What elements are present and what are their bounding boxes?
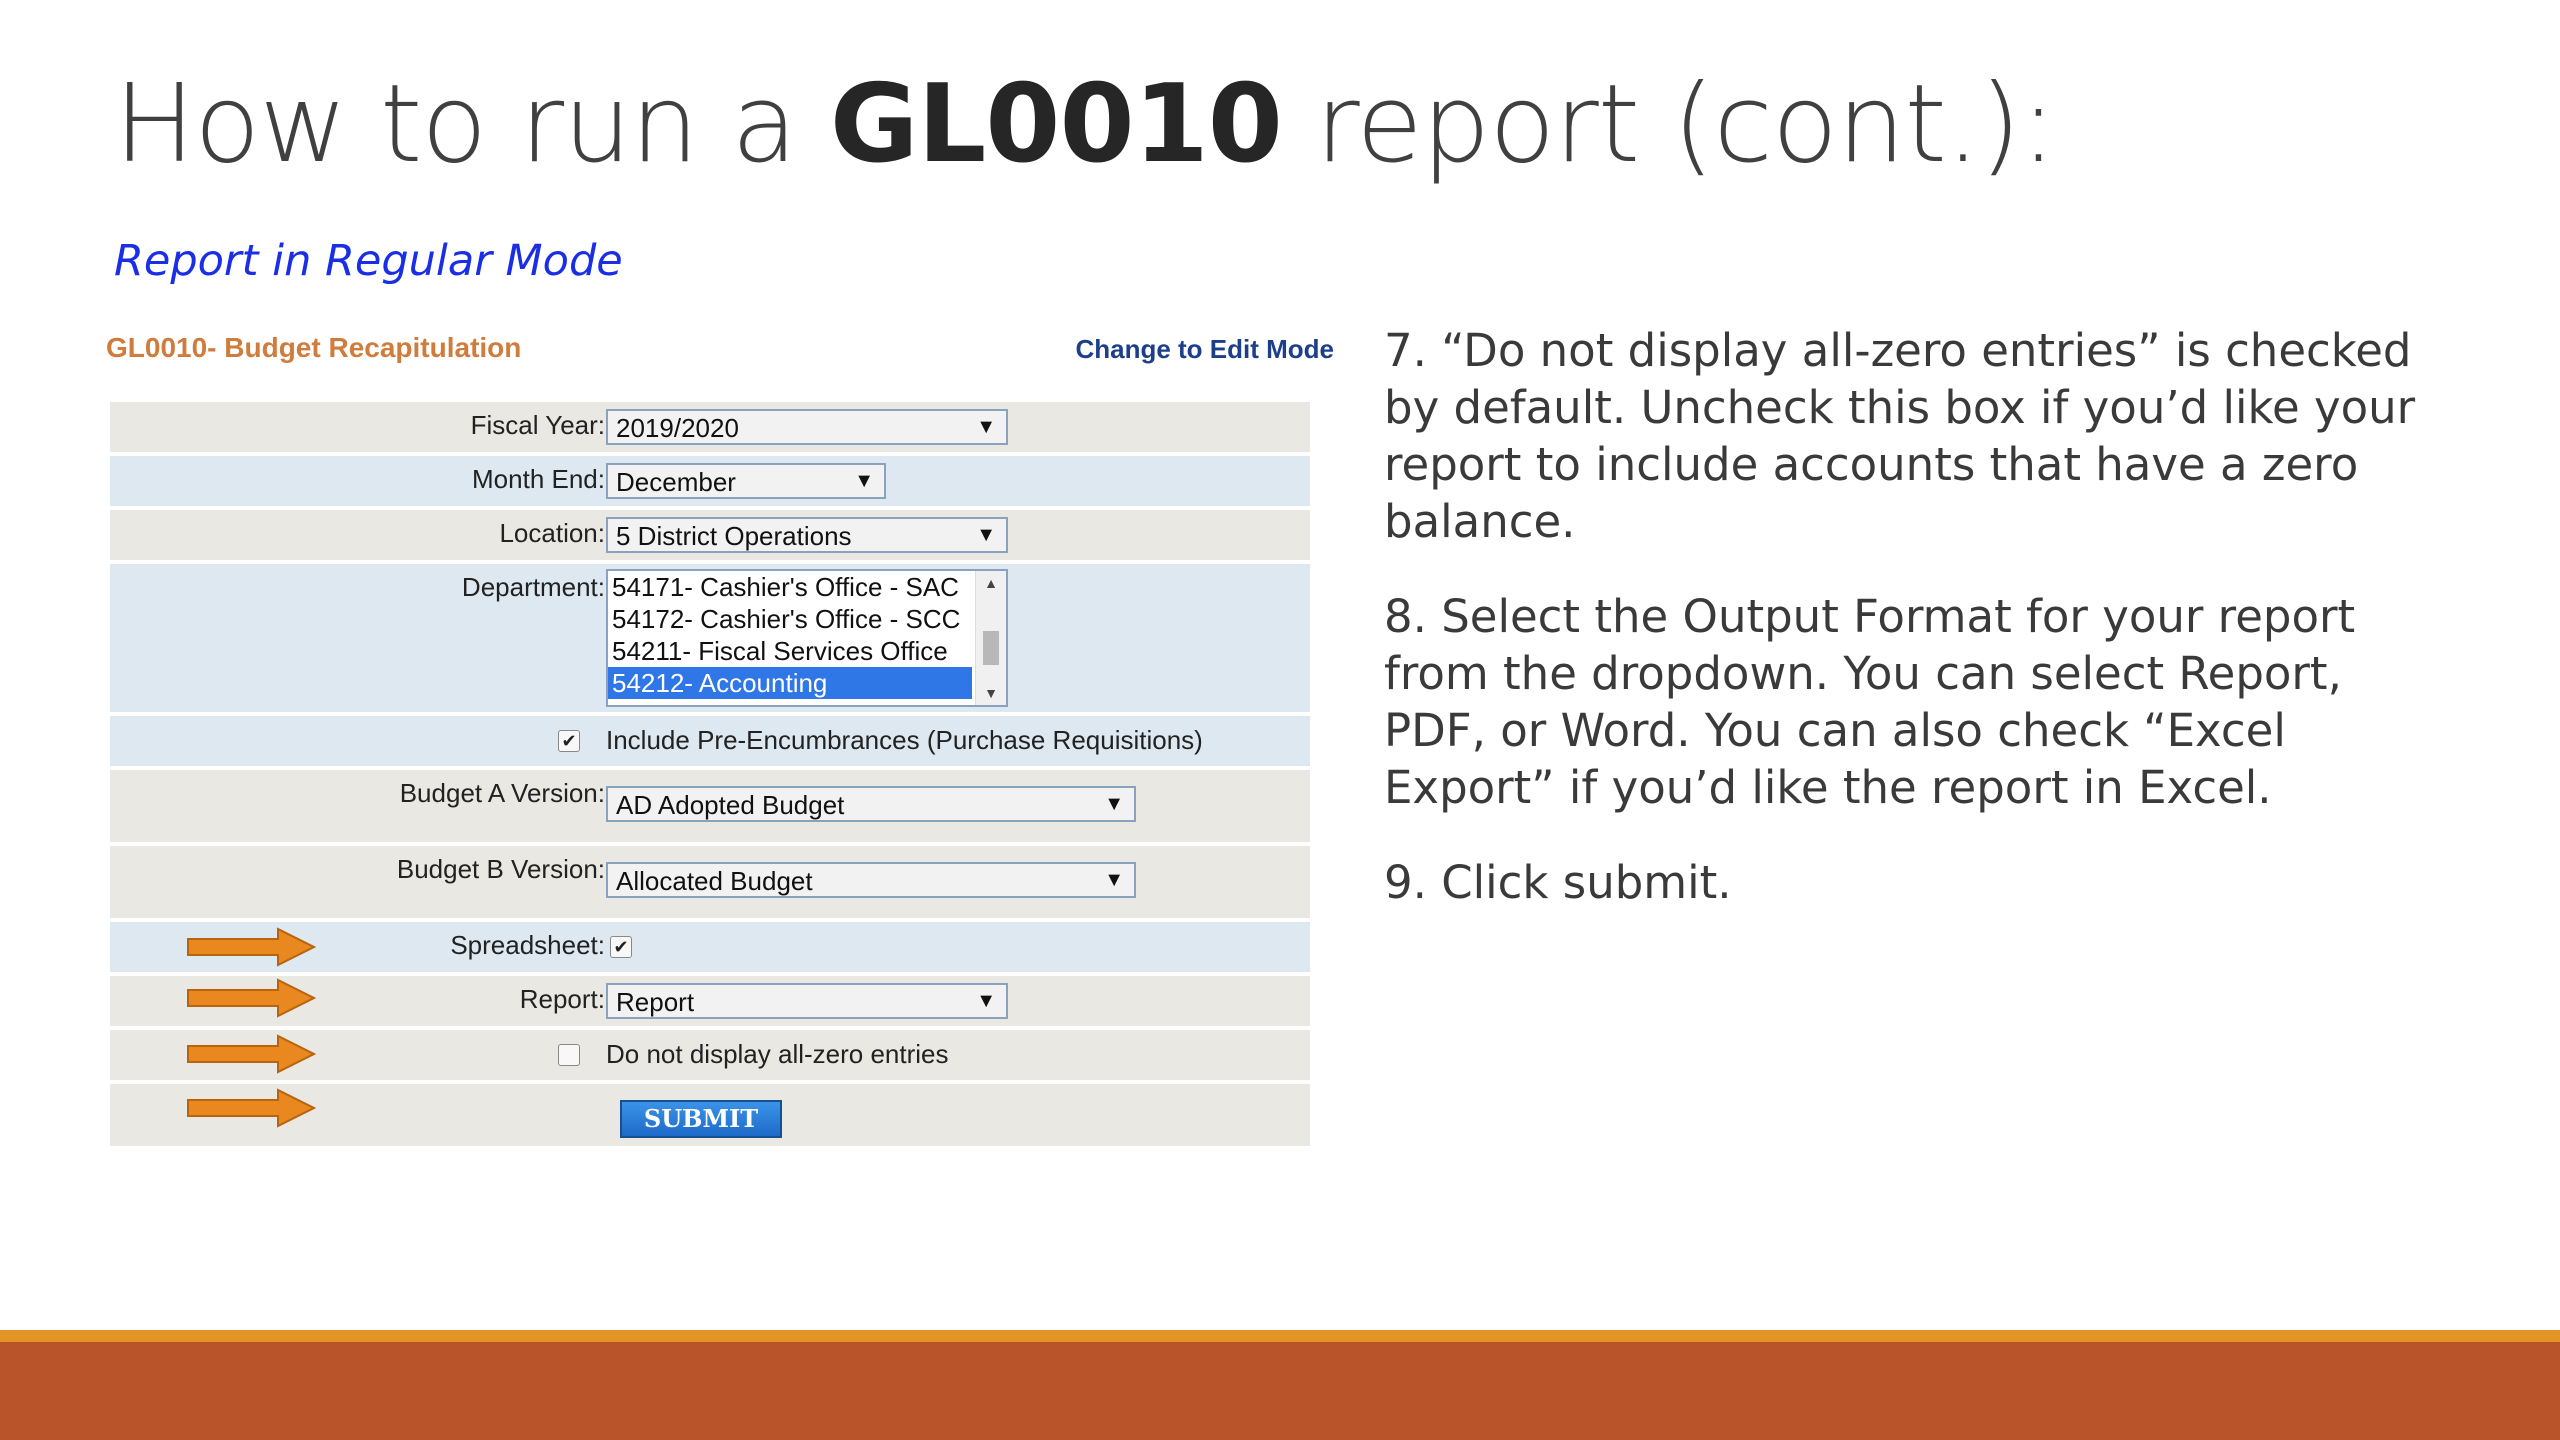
slide-title: How to run a GL0010 report (cont.):: [114, 60, 2057, 190]
footer-accent-line: [0, 1330, 2560, 1342]
submit-button[interactable]: SUBMIT: [620, 1100, 782, 1138]
budget-a-label: Budget A Version:: [399, 778, 605, 808]
submit-row: SUBMIT: [110, 1084, 1310, 1146]
department-option[interactable]: 54211- Fiscal Services Office: [608, 635, 1006, 667]
orange-arrow-icon: [187, 927, 316, 967]
footer-band: [0, 1342, 2560, 1440]
dropdown-arrow-icon: ▼: [1104, 793, 1124, 815]
department-listbox[interactable]: 54171- Cashier's Office - SAC 54172- Cas…: [606, 569, 1008, 707]
scroll-thumb[interactable]: [983, 631, 999, 665]
orange-arrow-icon: [187, 978, 316, 1018]
budget-a-value: AD Adopted Budget: [616, 790, 845, 820]
department-scrollbar[interactable]: ▲ ▼: [975, 571, 1006, 705]
fiscal-year-row: Fiscal Year: 2019/2020 ▼: [110, 402, 1310, 452]
fiscal-year-value: 2019/2020: [616, 413, 739, 443]
spreadsheet-checkbox[interactable]: ✔: [610, 936, 632, 958]
report-format-value: Report: [616, 987, 695, 1017]
change-to-edit-mode-link[interactable]: Change to Edit Mode: [1075, 334, 1334, 365]
spreadsheet-row: Spreadsheet: ✔: [110, 922, 1310, 972]
budget-a-select[interactable]: AD Adopted Budget ▼: [606, 786, 1136, 822]
dropdown-arrow-icon: ▼: [854, 470, 874, 492]
zero-entries-row: Do not display all-zero entries: [110, 1030, 1310, 1080]
instruction-step-7: 7. “Do not display all-zero entries” is …: [1384, 324, 2416, 548]
title-suffix: report (cont.):: [1281, 62, 2056, 187]
month-end-label: Month End:: [472, 464, 605, 494]
fiscal-year-select[interactable]: 2019/2020 ▼: [606, 409, 1008, 445]
report-form-screenshot: GL0010- Budget Recapitulation Change to …: [104, 322, 1334, 1152]
report-label: Report:: [519, 984, 605, 1014]
form-rows: Fiscal Year: 2019/2020 ▼ Month End: Dece…: [110, 402, 1310, 1150]
dropdown-arrow-icon: ▼: [1104, 869, 1124, 891]
instructions: 7. “Do not display all-zero entries” is …: [1384, 322, 2444, 949]
month-end-select[interactable]: December ▼: [606, 463, 886, 499]
dropdown-arrow-icon: ▼: [976, 990, 996, 1012]
scroll-up-icon[interactable]: ▲: [976, 575, 1006, 591]
title-prefix: How to run a: [114, 62, 830, 187]
location-row: Location: 5 District Operations ▼: [110, 510, 1310, 560]
instruction-step-8: 8. Select the Output Format for your rep…: [1384, 590, 2356, 814]
report-row: Report: Report ▼: [110, 976, 1310, 1026]
fiscal-year-label: Fiscal Year:: [470, 410, 605, 440]
pre-encumbrances-checkbox[interactable]: ✔: [558, 730, 580, 752]
month-end-value: December: [616, 467, 736, 497]
scroll-down-icon[interactable]: ▼: [976, 685, 1006, 701]
budget-b-row: Budget B Version: Allocated Budget ▼: [110, 846, 1310, 918]
spreadsheet-label: Spreadsheet:: [450, 930, 605, 960]
zero-entries-checkbox[interactable]: [558, 1044, 580, 1066]
department-option[interactable]: 54171- Cashier's Office - SAC: [608, 571, 1006, 603]
pre-encumbrances-row: ✔ Include Pre-Encumbrances (Purchase Req…: [110, 716, 1310, 766]
dropdown-arrow-icon: ▼: [976, 524, 996, 546]
title-report-code: GL0010: [829, 62, 1283, 187]
orange-arrow-icon: [187, 1088, 316, 1128]
orange-arrow-icon: [187, 1034, 316, 1074]
budget-b-label: Budget B Version:: [396, 854, 605, 884]
report-format-select[interactable]: Report ▼: [606, 983, 1008, 1019]
department-option[interactable]: 54172- Cashier's Office - SCC: [608, 603, 1006, 635]
zero-entries-label: Do not display all-zero entries: [606, 1039, 949, 1069]
slide-subtitle: Report in Regular Mode: [114, 236, 623, 286]
instruction-step-9: 9. Click submit.: [1384, 856, 1732, 909]
budget-a-row: Budget A Version: AD Adopted Budget ▼: [110, 770, 1310, 842]
pre-encumbrances-label: Include Pre-Encumbrances (Purchase Requi…: [606, 725, 1203, 755]
location-value: 5 District Operations: [616, 521, 852, 551]
department-row: Department: 54171- Cashier's Office - SA…: [110, 564, 1310, 712]
location-label: Location:: [499, 518, 605, 548]
department-option-selected[interactable]: 54212- Accounting: [608, 667, 972, 699]
location-select[interactable]: 5 District Operations ▼: [606, 517, 1008, 553]
budget-b-value: Allocated Budget: [616, 866, 813, 896]
month-end-row: Month End: December ▼: [110, 456, 1310, 506]
budget-b-select[interactable]: Allocated Budget ▼: [606, 862, 1136, 898]
dropdown-arrow-icon: ▼: [976, 416, 996, 438]
form-title: GL0010- Budget Recapitulation: [106, 332, 522, 363]
department-label: Department:: [461, 572, 605, 602]
